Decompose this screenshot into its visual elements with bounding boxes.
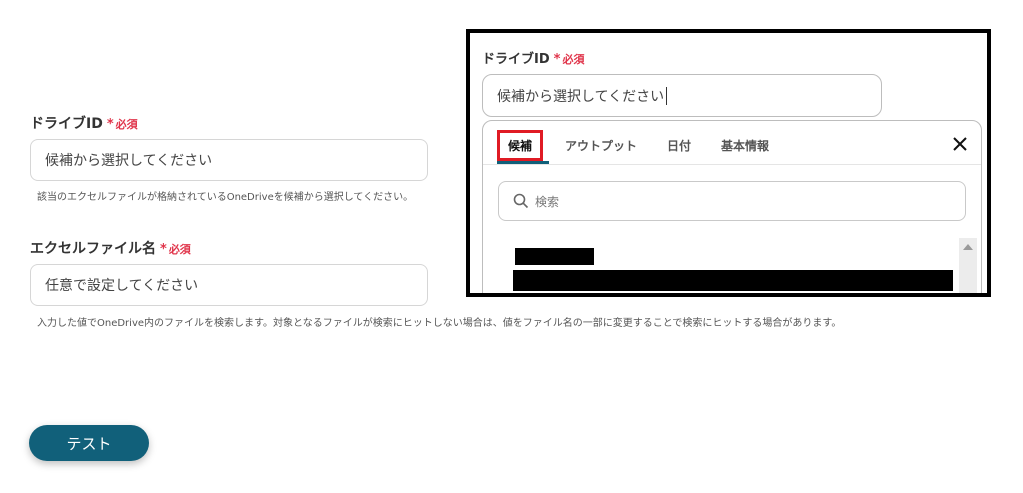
- test-button[interactable]: テスト: [29, 425, 149, 461]
- search-icon: [513, 193, 529, 209]
- tabs-divider: [483, 164, 981, 165]
- zoom-input-value: 候補から選択してください: [497, 88, 665, 105]
- text-caret: [666, 86, 668, 105]
- drive-id-placeholder: 候補から選択してください: [45, 153, 213, 169]
- file-name-help: 入力した値でOneDrive内のファイルを検索します。対象となるファイルが検索に…: [37, 318, 842, 329]
- search-placeholder: 検索: [535, 194, 560, 209]
- zoom-label-text: ドライブID: [482, 52, 550, 67]
- file-name-label-text: エクセルファイル名: [30, 241, 156, 257]
- file-name-label: エクセルファイル名 * 必須: [30, 238, 191, 258]
- drive-id-input[interactable]: 候補から選択してください: [30, 139, 428, 181]
- scrollbar[interactable]: [959, 238, 977, 293]
- dropdown-tabs: 候補 アウトプット 日付 基本情報: [497, 127, 799, 163]
- file-name-placeholder: 任意で設定してください: [45, 278, 199, 294]
- required-mark: *: [160, 242, 167, 257]
- search-input[interactable]: 検索: [498, 181, 966, 221]
- zoom-panel: ドライブID * 必須 候補から選択してください 候補 アウトプット 日付 基本…: [466, 29, 991, 297]
- close-icon[interactable]: [951, 135, 969, 153]
- tab-output[interactable]: アウトプット: [565, 135, 637, 156]
- file-name-input[interactable]: 任意で設定してください: [30, 264, 428, 306]
- tab-basic-info[interactable]: 基本情報: [721, 135, 769, 156]
- drive-id-help: 該当のエクセルファイルが格納されているOneDriveを候補から選択してください…: [37, 192, 414, 203]
- redacted-item-title: [515, 248, 594, 265]
- zoom-drive-id-label: ドライブID * 必須: [482, 48, 584, 67]
- tab-date[interactable]: 日付: [667, 135, 691, 156]
- required-badge: 必須: [562, 53, 585, 66]
- required-mark: *: [553, 52, 561, 67]
- required-badge: 必須: [168, 243, 191, 256]
- scroll-up-icon[interactable]: [963, 244, 973, 250]
- candidate-dropdown: 候補 アウトプット 日付 基本情報 検索: [482, 120, 982, 293]
- drive-id-label: ドライブID * 必須: [30, 113, 138, 133]
- redacted-item-value[interactable]: [513, 270, 953, 291]
- required-badge: 必須: [115, 118, 138, 131]
- required-mark: *: [106, 117, 114, 132]
- zoom-drive-id-input[interactable]: 候補から選択してください: [482, 74, 882, 117]
- tab-candidates[interactable]: 候補: [497, 129, 544, 161]
- drive-id-label-text: ドライブID: [30, 116, 103, 132]
